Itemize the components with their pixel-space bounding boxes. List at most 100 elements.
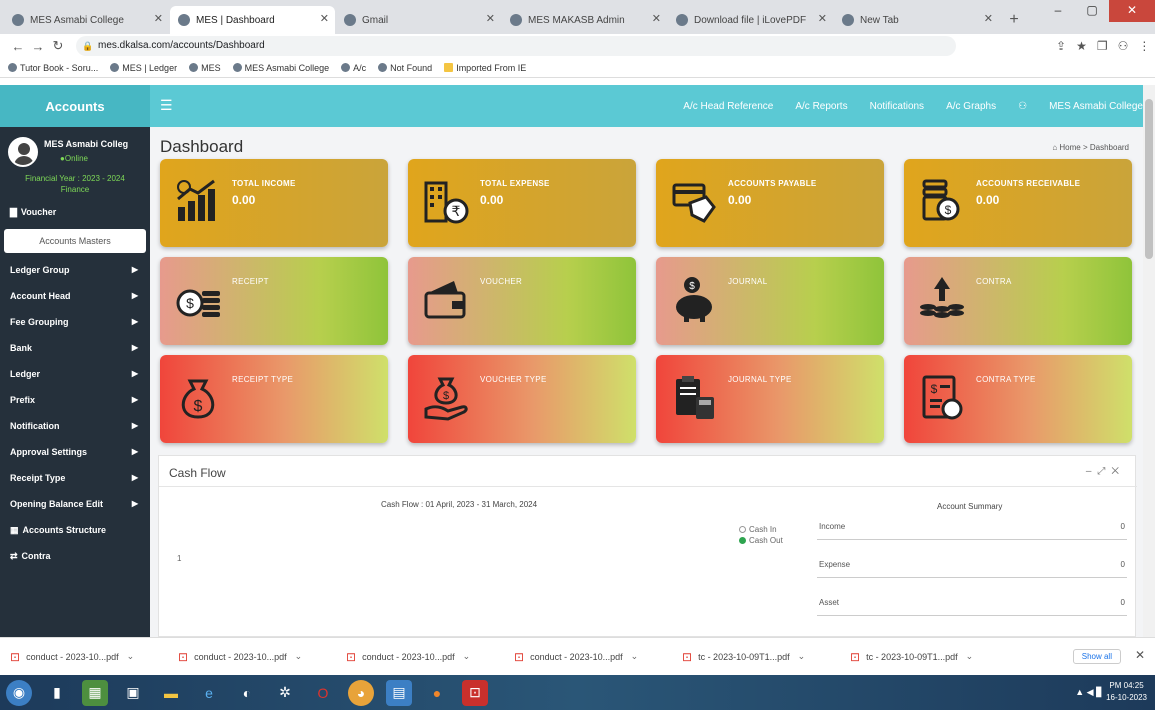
new-tab-button[interactable]: + bbox=[1000, 6, 1028, 34]
bookmark-item[interactable]: MES bbox=[189, 63, 221, 73]
sidebar-item-ledger-group[interactable]: Ledger Group ▶ bbox=[0, 257, 150, 283]
download-item[interactable]: ⊡ conduct - 2023-10...pdf ⌄ bbox=[10, 650, 178, 664]
browser-tab[interactable]: Gmail ✕ bbox=[336, 6, 501, 34]
star-icon[interactable]: ★ bbox=[1076, 39, 1087, 53]
word-icon[interactable]: ▤ bbox=[386, 679, 412, 706]
system-tray[interactable]: ▲ ◀ ▊ bbox=[1075, 687, 1103, 698]
chevron-down-icon[interactable]: ⌄ bbox=[295, 651, 303, 662]
legend-item[interactable]: Cash In bbox=[739, 524, 783, 535]
card-total-income[interactable]: TOTAL INCOME 0.00 bbox=[160, 159, 388, 247]
app-icon[interactable]: ◐ bbox=[234, 680, 260, 706]
close-icon[interactable]: ✕ bbox=[818, 12, 827, 25]
sidebar-item-accounts-masters[interactable]: Accounts Masters bbox=[4, 229, 146, 253]
chevron-down-icon[interactable]: ⌄ bbox=[127, 651, 135, 662]
legend-item[interactable]: Cash Out bbox=[739, 535, 783, 546]
browser-tab[interactable]: MES Asmabi College ✕ bbox=[4, 6, 169, 34]
scrollbar-thumb[interactable] bbox=[1145, 99, 1153, 259]
sidebar-item-account-head[interactable]: Account Head ▶ bbox=[0, 283, 150, 309]
firefox-icon[interactable]: ● bbox=[424, 680, 450, 706]
nav-reports[interactable]: A/c Reports bbox=[795, 101, 847, 112]
chevron-down-icon[interactable]: ⌄ bbox=[966, 651, 974, 662]
card-voucher[interactable]: VOUCHER bbox=[408, 257, 636, 345]
page-scrollbar[interactable] bbox=[1143, 85, 1155, 637]
bookmark-folder[interactable]: Imported From IE bbox=[444, 63, 526, 73]
acrobat-icon[interactable]: ⊡ bbox=[462, 679, 488, 706]
nav-head-reference[interactable]: A/c Head Reference bbox=[683, 101, 773, 112]
close-icon[interactable]: ✕ bbox=[1111, 466, 1125, 477]
extensions-icon[interactable]: ❐ bbox=[1097, 39, 1108, 53]
download-item[interactable]: ⊡ conduct - 2023-10...pdf ⌄ bbox=[178, 650, 346, 664]
sidebar-item-prefix[interactable]: Prefix ▶ bbox=[0, 387, 150, 413]
card-accounts-receivable[interactable]: $ ACCOUNTS RECEIVABLE 0.00 bbox=[904, 159, 1132, 247]
close-icon[interactable]: ✕ bbox=[984, 12, 993, 25]
media-icon[interactable]: ▣ bbox=[120, 680, 146, 706]
chevron-down-icon[interactable]: ⌄ bbox=[463, 651, 471, 662]
excel-icon[interactable]: ▦ bbox=[82, 679, 108, 706]
sidebar-item-fee-grouping[interactable]: Fee Grouping ▶ bbox=[0, 309, 150, 335]
back-arrow-icon[interactable]: ← bbox=[8, 39, 28, 54]
bookmark-item[interactable]: Not Found bbox=[378, 63, 432, 73]
sidebar-item-opening-balance-edit[interactable]: Opening Balance Edit ▶ bbox=[0, 491, 150, 517]
nav-user-college[interactable]: MES Asmabi College bbox=[1049, 101, 1143, 112]
card-total-expense[interactable]: ₹ TOTAL EXPENSE 0.00 bbox=[408, 159, 636, 247]
hamburger-menu-icon[interactable]: ☰ bbox=[160, 97, 173, 114]
forward-arrow-icon[interactable]: → bbox=[28, 39, 48, 54]
user-icon[interactable]: ⚇ bbox=[1018, 101, 1027, 112]
browser-tab[interactable]: Download file | iLovePDF ✕ bbox=[668, 6, 833, 34]
bookmark-item[interactable]: Tutor Book - Soru... bbox=[8, 63, 98, 73]
sidebar-item-voucher[interactable]: ▇ Voucher bbox=[0, 199, 150, 225]
start-button-icon[interactable]: ◉ bbox=[6, 679, 32, 706]
card-receipt-type[interactable]: $ RECEIPT TYPE bbox=[160, 355, 388, 443]
maximize-button[interactable]: ▢ bbox=[1075, 0, 1109, 22]
close-icon[interactable]: ✕ bbox=[1135, 648, 1145, 662]
reload-icon[interactable]: ↻ bbox=[48, 38, 68, 54]
expand-icon[interactable]: ⤢ bbox=[1097, 466, 1111, 477]
download-item[interactable]: ⊡ tc - 2023-10-09T1...pdf ⌄ bbox=[682, 650, 850, 664]
system-clock[interactable]: PM 04:25 16-10-2023 bbox=[1106, 680, 1147, 704]
download-item[interactable]: ⊡ conduct - 2023-10...pdf ⌄ bbox=[514, 650, 682, 664]
sidebar-item-accounts-structure[interactable]: ▦ Accounts Structure bbox=[0, 517, 150, 543]
sidebar-item-contra[interactable]: ⇄ Contra bbox=[0, 543, 150, 569]
menu-dots-icon[interactable]: ⋮ bbox=[1138, 39, 1150, 53]
card-journal-type[interactable]: JOURNAL TYPE bbox=[656, 355, 884, 443]
file-explorer-icon[interactable]: ▮ bbox=[44, 680, 70, 706]
address-bar[interactable]: mes.dkalsa.com/accounts/Dashboard bbox=[76, 36, 956, 56]
card-journal[interactable]: $ JOURNAL bbox=[656, 257, 884, 345]
close-icon[interactable]: ✕ bbox=[154, 12, 163, 25]
nav-graphs[interactable]: A/c Graphs bbox=[946, 101, 996, 112]
settings-icon[interactable]: ✲ bbox=[272, 680, 298, 706]
sidebar-item-ledger[interactable]: Ledger ▶ bbox=[0, 361, 150, 387]
opera-icon[interactable]: O bbox=[310, 680, 336, 706]
close-icon[interactable]: ✕ bbox=[652, 12, 661, 25]
app-brand[interactable]: Accounts bbox=[0, 85, 150, 127]
card-voucher-type[interactable]: $ VOUCHER TYPE bbox=[408, 355, 636, 443]
bookmark-item[interactable]: MES Asmabi College bbox=[232, 63, 329, 73]
folder-icon[interactable]: ▬ bbox=[158, 680, 184, 706]
download-item[interactable]: ⊡ tc - 2023-10-09T1...pdf ⌄ bbox=[850, 650, 1018, 664]
sidebar-item-notification[interactable]: Notification ▶ bbox=[0, 413, 150, 439]
chevron-down-icon[interactable]: ⌄ bbox=[631, 651, 639, 662]
show-all-button[interactable]: Show all bbox=[1072, 649, 1121, 664]
sidebar-item-receipt-type[interactable]: Receipt Type ▶ bbox=[0, 465, 150, 491]
share-icon[interactable]: ⇪ bbox=[1056, 39, 1066, 53]
card-contra-type[interactable]: $ CONTRA TYPE bbox=[904, 355, 1132, 443]
browser-tab[interactable]: New Tab ✕ bbox=[834, 6, 999, 34]
breadcrumb[interactable]: ⌂ Home > Dashboard bbox=[1052, 143, 1129, 152]
card-receipt[interactable]: $ RECEIPT bbox=[160, 257, 388, 345]
bookmark-item[interactable]: MES | Ledger bbox=[110, 63, 177, 73]
minimize-icon[interactable]: – bbox=[1086, 466, 1098, 477]
sidebar-item-bank[interactable]: Bank ▶ bbox=[0, 335, 150, 361]
card-contra[interactable]: CONTRA bbox=[904, 257, 1132, 345]
close-icon[interactable]: ✕ bbox=[320, 12, 329, 25]
profile-icon[interactable]: ⚇ bbox=[1118, 39, 1129, 53]
internet-explorer-icon[interactable]: e bbox=[196, 680, 222, 706]
card-accounts-payable[interactable]: ACCOUNTS PAYABLE 0.00 bbox=[656, 159, 884, 247]
minimize-button[interactable]: ‒ bbox=[1041, 0, 1075, 22]
chrome-icon[interactable]: ◕ bbox=[348, 679, 374, 706]
nav-notifications[interactable]: Notifications bbox=[870, 101, 924, 112]
browser-tab[interactable]: MES MAKASB Admin ✕ bbox=[502, 6, 667, 34]
browser-tab-active[interactable]: MES | Dashboard ✕ bbox=[170, 6, 335, 34]
bookmark-item[interactable]: A/c bbox=[341, 63, 366, 73]
window-close-button[interactable]: ✕ bbox=[1109, 0, 1155, 22]
chevron-down-icon[interactable]: ⌄ bbox=[798, 651, 806, 662]
